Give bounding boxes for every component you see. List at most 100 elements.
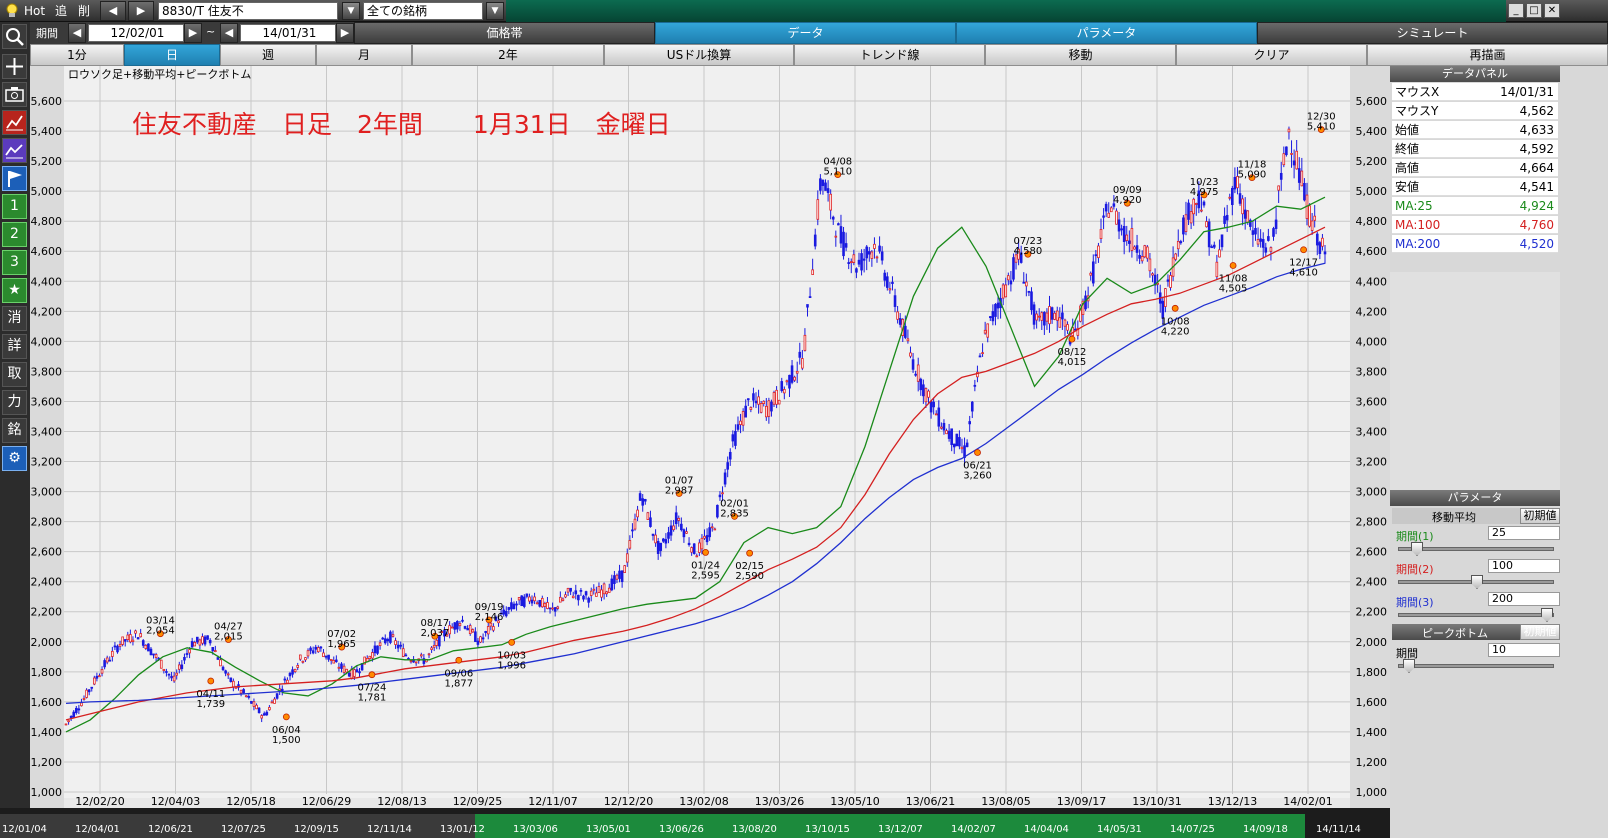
- tab-2year[interactable]: 2年: [412, 44, 604, 66]
- candle-body: [450, 626, 454, 629]
- param3-slider[interactable]: [1398, 608, 1554, 622]
- flag-icon[interactable]: [2, 166, 27, 191]
- candle-body: [381, 637, 384, 640]
- add-button[interactable]: 追: [55, 2, 71, 20]
- tab-redraw[interactable]: 再描画: [1367, 44, 1608, 66]
- take-icon[interactable]: 取: [2, 362, 27, 387]
- tab-usd-convert[interactable]: USドル換算: [604, 44, 794, 66]
- param2-input[interactable]: 100: [1488, 559, 1560, 573]
- next-symbol-button[interactable]: ▶: [128, 1, 154, 21]
- candle-body: [492, 626, 495, 631]
- tab-day[interactable]: 日: [124, 44, 220, 66]
- candle-body: [131, 639, 135, 642]
- param3-thumb[interactable]: [1541, 608, 1553, 622]
- prev-symbol-button[interactable]: ◀: [100, 1, 126, 21]
- candle-body: [1110, 207, 1113, 213]
- candle-body: [824, 182, 827, 191]
- param1-input[interactable]: 25: [1488, 526, 1560, 540]
- candle-body: [631, 529, 634, 532]
- candle-body: [1104, 203, 1108, 212]
- pb-slider[interactable]: [1398, 659, 1554, 673]
- bottom-timeline[interactable]: 12/01/04 12/04/01 12/06/21 12/07/25 12/09/15…: [0, 808, 1434, 838]
- tab-trendline[interactable]: トレンド線: [794, 44, 985, 66]
- candle-body: [355, 669, 359, 673]
- candle-body: [201, 636, 204, 644]
- tab-data[interactable]: データ: [655, 22, 956, 44]
- candle-body: [533, 596, 536, 602]
- two-icon[interactable]: 2: [2, 222, 27, 247]
- brand-icon[interactable]: 銘: [2, 418, 27, 443]
- symbol-dropdown-icon[interactable]: ▼: [342, 2, 360, 20]
- candle-body: [196, 636, 199, 643]
- param2-slider[interactable]: [1398, 575, 1554, 589]
- tab-parameter[interactable]: パラメータ: [956, 22, 1257, 44]
- candle-body: [371, 652, 374, 659]
- from-next-button[interactable]: ▶: [184, 23, 202, 43]
- param3-input[interactable]: 200: [1488, 592, 1560, 606]
- timeline-date: 14/07/25: [1170, 824, 1215, 835]
- one-icon[interactable]: 1: [2, 194, 27, 219]
- param2-thumb[interactable]: [1471, 575, 1483, 589]
- peak-value: 1,500: [272, 735, 301, 746]
- candle-body: [314, 646, 318, 650]
- pb-thumb[interactable]: [1403, 659, 1415, 673]
- erase-icon[interactable]: 消: [2, 306, 27, 331]
- tab-clear[interactable]: クリア: [1176, 44, 1367, 66]
- candle-body: [790, 365, 794, 383]
- crosshair-icon[interactable]: [2, 54, 27, 79]
- tab-move[interactable]: 移動: [985, 44, 1176, 66]
- camera-icon[interactable]: [2, 82, 27, 107]
- star-icon[interactable]: ★: [2, 278, 27, 303]
- gear-icon[interactable]: ⚙: [2, 446, 27, 471]
- chart-svg[interactable]: 1,000 1,200 1,400 1,600 1,800 2,000 2,200 2,400…: [30, 66, 1390, 838]
- candle-body: [283, 678, 287, 681]
- peak-label: 07/021,965: [327, 629, 356, 650]
- param1-thumb[interactable]: [1411, 542, 1423, 556]
- from-date-field[interactable]: 12/02/01: [88, 24, 184, 42]
- tab-week[interactable]: 週: [220, 44, 316, 66]
- universe-dropdown-icon[interactable]: ▼: [486, 2, 504, 20]
- tab-simulate[interactable]: シミュレート: [1257, 22, 1608, 44]
- from-prev-button[interactable]: ◀: [68, 23, 86, 43]
- price-chart[interactable]: 1,000 1,200 1,400 1,600 1,800 2,000 2,200 2,400…: [30, 66, 1390, 838]
- three-icon[interactable]: 3: [2, 250, 27, 275]
- bulb-icon[interactable]: [4, 2, 20, 20]
- tab-month[interactable]: 月: [316, 44, 412, 66]
- candle-body: [710, 526, 714, 529]
- maximize-icon[interactable]: □: [1526, 3, 1542, 18]
- symbol-field[interactable]: 8830/T 住友不: [158, 2, 338, 20]
- peak-marker: [974, 449, 981, 456]
- peak-label: 11/185,090: [1238, 160, 1267, 181]
- candle-body: [432, 644, 436, 648]
- candle-body: [587, 597, 590, 603]
- candle-body: [463, 626, 467, 629]
- search-icon[interactable]: [2, 24, 27, 49]
- candle-body: [849, 261, 853, 264]
- chart-icon[interactable]: [2, 110, 27, 135]
- candle-body: [1102, 215, 1105, 218]
- candle-body: [409, 660, 413, 663]
- candle-body: [1210, 246, 1214, 249]
- indicator-icon[interactable]: [2, 138, 27, 163]
- to-prev-button[interactable]: ◀: [220, 23, 238, 43]
- pb-init-button[interactable]: 初期値: [1520, 624, 1560, 640]
- to-date-field[interactable]: 14/01/31: [240, 24, 336, 42]
- to-next-button[interactable]: ▶: [336, 23, 354, 43]
- candle-body: [716, 504, 719, 518]
- ma-init-button[interactable]: 初期値: [1520, 508, 1560, 524]
- close-icon[interactable]: ✕: [1544, 3, 1560, 18]
- candle-body: [1091, 261, 1095, 284]
- universe-select[interactable]: 全ての銘柄: [363, 2, 483, 20]
- param1-slider[interactable]: [1398, 542, 1554, 556]
- minimize-icon[interactable]: _: [1508, 3, 1524, 18]
- force-icon[interactable]: 力: [2, 390, 27, 415]
- detail-icon[interactable]: 詳: [2, 334, 27, 359]
- candle-body: [1292, 160, 1296, 166]
- hot-button[interactable]: Hot: [24, 2, 50, 20]
- pb-input[interactable]: 10: [1488, 643, 1560, 657]
- tab-1min[interactable]: 1分: [30, 44, 124, 66]
- tab-price-band[interactable]: 価格帯: [354, 22, 655, 44]
- peak-value: 5,110: [823, 167, 852, 178]
- candle-body: [759, 403, 763, 413]
- delete-button[interactable]: 削: [78, 2, 94, 20]
